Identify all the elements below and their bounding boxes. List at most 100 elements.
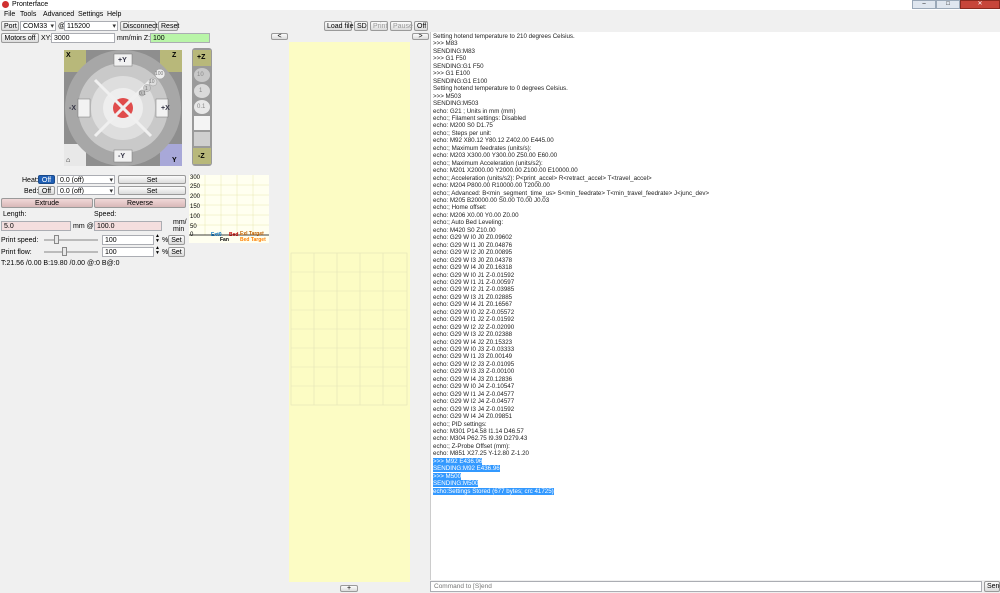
port-button[interactable]: Port — [1, 21, 19, 31]
console-line-text: echo: M304 P62.75 I9.39 D279.43 — [433, 435, 528, 443]
console-line: >>> M500 — [433, 472, 998, 480]
graph-tick-0: 0 — [190, 232, 194, 238]
console-line: Setting hotend temperature to 0 degrees … — [433, 85, 998, 92]
menu-tools[interactable]: Tools — [20, 11, 36, 18]
baud-select[interactable]: 115200 — [64, 21, 118, 31]
speed-input[interactable]: 100.0 — [94, 221, 162, 231]
console-line: SENDING:M500 — [433, 480, 998, 488]
minus-x-arrow[interactable] — [77, 98, 91, 118]
print-flow-thumb[interactable] — [62, 247, 67, 256]
print-speed-slider[interactable] — [44, 239, 98, 241]
console-line: SENDING:M92 E436.96 — [433, 465, 998, 473]
load-file-button[interactable]: Load file — [324, 21, 353, 31]
graph-tick-300: 300 — [190, 175, 201, 181]
console-line: echo: G29 W I1 J2 Z-0.01592 — [433, 316, 998, 323]
expand-right-button[interactable]: > — [412, 33, 429, 40]
z-feed-label: mm/min Z: — [117, 35, 151, 42]
console-line-text: echo: G29 W I2 J2 Z-0.02090 — [433, 323, 515, 331]
console-line: echo: M205 B20000.00 S0.00 T0.00 J0.03 — [433, 197, 998, 204]
maximize-button[interactable]: □ — [936, 0, 960, 9]
bed-label: Bed: — [24, 188, 39, 195]
heat-label: Heat: — [22, 177, 39, 184]
menu-file[interactable]: File — [4, 11, 15, 18]
legend-fan: Fan — [220, 237, 229, 243]
legend-bed-target: Bed Target — [240, 237, 266, 243]
off-button[interactable]: Off — [414, 21, 428, 31]
home-y-label: Y — [172, 157, 177, 164]
print-flow-slider[interactable] — [44, 251, 98, 253]
collapse-left-button[interactable]: < — [271, 33, 288, 40]
console-line-text: echo: G29 W I3 J2 Z0.02388 — [433, 331, 513, 339]
length-input[interactable]: 5.0 — [1, 221, 71, 231]
console-line: echo: G29 W I3 J4 Z-0.01592 — [433, 406, 998, 413]
console-line: echo: G29 W I2 J0 Z0.00895 — [433, 249, 998, 256]
length-label: Length: — [3, 211, 27, 218]
console-line-text: echo:; Maximum feedrates (units/s): — [433, 144, 532, 152]
console-line-text: echo: G29 W I2 J1 Z-0.03985 — [433, 286, 515, 294]
reset-button[interactable]: Reset — [158, 21, 179, 31]
print-speed-thumb[interactable] — [54, 235, 59, 244]
console-line-text: echo: G29 W I3 J1 Z0.02885 — [433, 293, 513, 301]
plate-grid — [290, 252, 408, 406]
xy-feed-input[interactable]: 3000 — [51, 33, 115, 43]
command-input[interactable]: Command to [S]end — [430, 581, 982, 592]
disconnect-button[interactable]: Disconnect — [120, 21, 158, 31]
console-line-text: echo: G29 W I1 J1 Z-0.00597 — [433, 278, 515, 286]
console-log[interactable]: Setting hotend temperature to 210 degree… — [430, 32, 1000, 580]
print-flow-set-button[interactable]: Set — [168, 247, 185, 257]
print-button[interactable]: Print — [370, 21, 388, 31]
console-line-text: echo:; Advanced: B<min_segment_time_us> … — [433, 189, 710, 197]
console-line: echo: M420 S0 Z10.00 — [433, 227, 998, 234]
console-line-text: echo: G29 W I3 J0 Z0.04378 — [433, 256, 513, 264]
console-line-text: echo: G29 W I0 J3 Z-0.03333 — [433, 346, 515, 354]
console-line-text: SENDING:M92 E436.96 — [433, 465, 500, 473]
extrude-button[interactable]: Extrude — [1, 198, 93, 208]
console-line-text: echo: G29 W I2 J0 Z0.00895 — [433, 249, 513, 257]
menu-advanced[interactable]: Advanced — [43, 11, 74, 18]
motors-off-button[interactable]: Motors off — [1, 33, 39, 43]
send-button[interactable]: Send — [984, 581, 1000, 592]
bed-set-button[interactable]: Set — [118, 186, 186, 195]
print-flow-input[interactable]: 100 — [102, 247, 154, 257]
z-feed-input[interactable]: 100 — [150, 33, 210, 43]
console-line-text: echo: G29 W I2 J4 Z-0.04577 — [433, 398, 515, 406]
print-flow-stepper[interactable]: ▲ ▼ — [155, 246, 160, 256]
console-line: echo:; Acceleration (units/s2): P<print_… — [433, 175, 998, 182]
bed-select[interactable]: 0.0 (off) — [57, 186, 115, 195]
reverse-button[interactable]: Reverse — [94, 198, 186, 208]
menu-settings[interactable]: Settings — [78, 11, 103, 18]
bed-off-button[interactable]: Off — [38, 186, 55, 195]
close-button[interactable]: ✕ — [960, 0, 1000, 9]
console-line: echo:; Maximum Acceleration (units/s2): — [433, 160, 998, 167]
heat-select[interactable]: 0.0 (off) — [57, 175, 115, 184]
console-line-text: echo:; PID settings: — [433, 420, 487, 428]
sd-button[interactable]: SD — [354, 21, 368, 31]
console-line: >>> G1 E100 — [433, 70, 998, 77]
console-line: echo: G29 W I4 J2 Z0.15323 — [433, 339, 998, 346]
console-line: echo: G29 W I1 J4 Z-0.04577 — [433, 391, 998, 398]
console-line-text: echo:Settings Stored (677 bytes; crc 417… — [433, 487, 554, 495]
port-select[interactable]: COM33 — [20, 21, 56, 31]
console-line-text: echo: G29 W I1 J2 Z-0.01592 — [433, 316, 515, 324]
console-line: echo: G29 W I0 J3 Z-0.03333 — [433, 346, 998, 353]
console-line: echo: G29 W I3 J2 Z0.02388 — [433, 331, 998, 338]
heat-off-button[interactable]: Off — [38, 175, 55, 184]
minimize-button[interactable]: – — [912, 0, 936, 9]
pause-button[interactable]: Pause — [390, 21, 413, 31]
console-line: echo: M92 X80.12 Y80.12 Z402.00 E445.00 — [433, 137, 998, 144]
plate-view[interactable] — [289, 42, 410, 582]
plate-add-button[interactable]: + — [340, 585, 358, 592]
print-speed-input[interactable]: 100 — [102, 235, 154, 245]
console-line: echo: G29 W I4 J3 Z0.12836 — [433, 376, 998, 383]
console-line: >>> G1 F50 — [433, 55, 998, 62]
menu-help[interactable]: Help — [107, 11, 121, 18]
print-speed-set-button[interactable]: Set — [168, 235, 185, 245]
console-line-text: >>> M92 E436.96 — [433, 457, 483, 465]
heat-set-button[interactable]: Set — [118, 175, 186, 184]
console-line-text: SENDING:G1 E100 — [433, 77, 488, 85]
console-line: echo:; Maximum feedrates (units/s): — [433, 145, 998, 152]
console-line-text: echo: G29 W I4 J1 Z0.16567 — [433, 301, 513, 309]
home-all-icon: ⌂ — [66, 157, 71, 164]
print-speed-stepper[interactable]: ▲ ▼ — [155, 234, 160, 244]
z-step-10-label: 10 — [197, 72, 204, 78]
